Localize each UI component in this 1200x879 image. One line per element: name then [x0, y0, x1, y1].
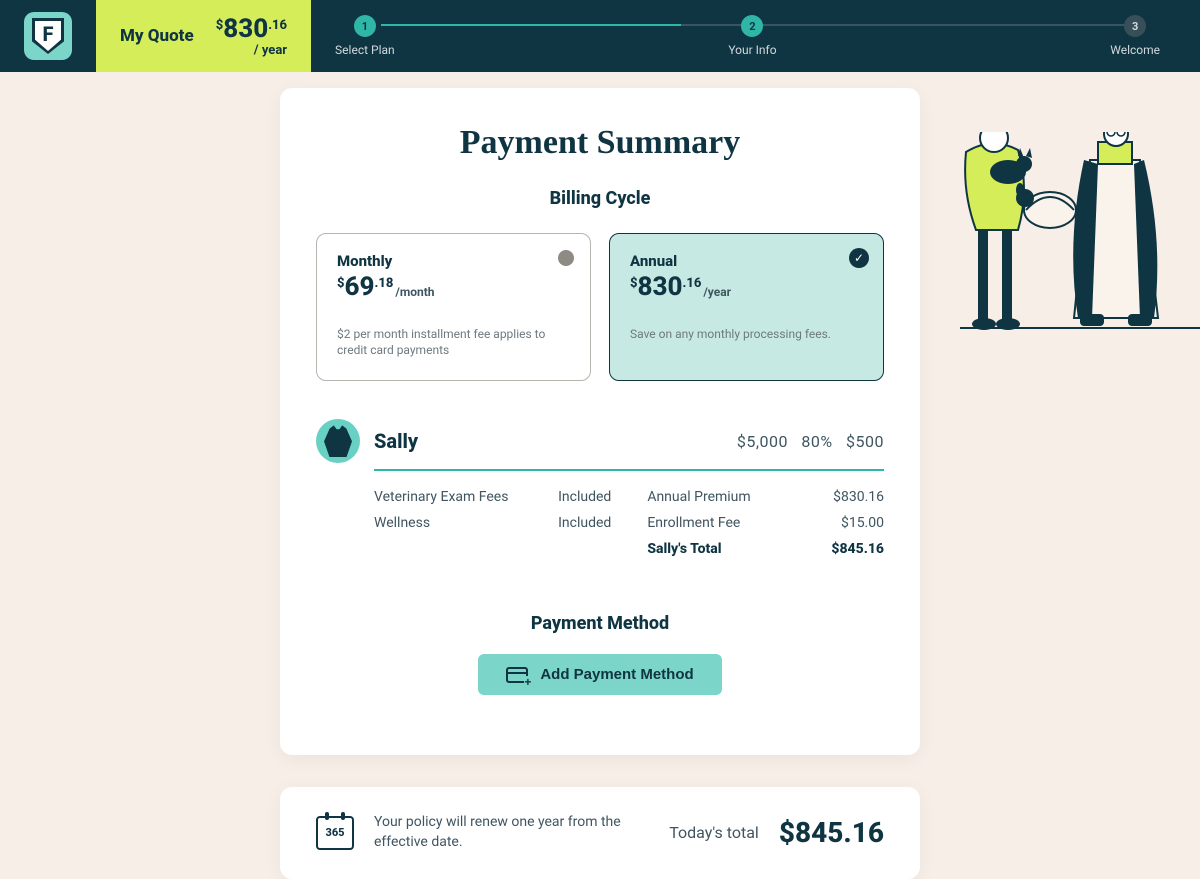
add-payment-method-button[interactable]: Add Payment Method [478, 654, 721, 695]
payment-method-title: Payment Method [316, 613, 884, 634]
renewal-note: Your policy will renew one year from the… [374, 813, 624, 852]
brand-logo[interactable] [24, 12, 72, 60]
pet-summary-row: Sally $5,000 80% $500 [316, 419, 884, 463]
coverage-summary: $5,000 80% $500 [737, 432, 884, 451]
header: My Quote $ 830 .16 / year 1 Select Plan … [0, 0, 1200, 72]
today-total-banner: 365 Your policy will renew one year from… [280, 787, 920, 878]
today-total-label: Today's total [669, 823, 759, 842]
logo-wrap [0, 0, 96, 72]
page-title: Payment Summary [316, 124, 884, 162]
pet-name: Sally [374, 429, 418, 453]
billing-cycle-title: Billing Cycle [316, 188, 884, 209]
my-quote-tab[interactable]: My Quote $ 830 .16 / year [96, 0, 311, 72]
progress-stepper: 1 Select Plan 2 Your Info 3 Welcome [311, 0, 1200, 72]
step-welcome[interactable]: 3 Welcome [1110, 15, 1160, 57]
today-total-amount: $845.16 [779, 816, 884, 849]
check-circle-icon: ✓ [849, 248, 869, 268]
payment-summary-card: Payment Summary Billing Cycle Monthly $ … [280, 88, 920, 755]
step-your-info[interactable]: 2 Your Info [728, 15, 776, 57]
pet-detail-grid: Veterinary Exam Fees Included Annual Pre… [374, 489, 884, 557]
radio-unselected-icon [558, 250, 574, 266]
credit-card-add-icon [506, 667, 528, 683]
step-select-plan[interactable]: 1 Select Plan [335, 15, 395, 57]
calendar-365-icon: 365 [316, 816, 354, 850]
quote-price: $ 830 .16 / year [216, 16, 287, 57]
billing-option-annual[interactable]: ✓ Annual $ 830 .16 /year Save on any mon… [609, 233, 884, 381]
my-quote-label: My Quote [120, 26, 194, 46]
pet-avatar-icon [316, 419, 360, 463]
divider [374, 469, 884, 471]
billing-option-monthly[interactable]: Monthly $ 69 .18 /month $2 per month ins… [316, 233, 591, 381]
people-pets-illustration [960, 132, 1200, 342]
shield-f-icon [32, 18, 64, 54]
